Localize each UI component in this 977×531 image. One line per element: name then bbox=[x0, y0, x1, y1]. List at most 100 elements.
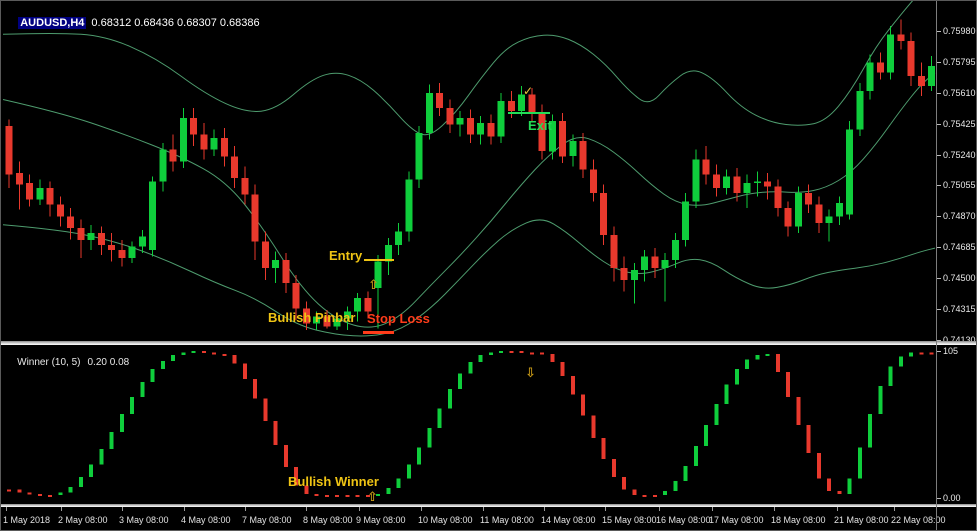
main-chart-svg[interactable]: ⇧✓ bbox=[1, 1, 936, 342]
candle-body bbox=[825, 216, 833, 224]
time-axis-label: 7 May 08:00 bbox=[242, 515, 292, 525]
indicator-name-label: Winner (10, 5) bbox=[17, 357, 81, 368]
winner-up-arrow-icon[interactable]: ⇧ bbox=[367, 490, 378, 504]
candle-body bbox=[282, 259, 290, 284]
candle bbox=[692, 149, 700, 209]
exit-check-icon[interactable]: ✓ bbox=[523, 84, 533, 98]
candle bbox=[928, 56, 935, 92]
winner-bar bbox=[488, 352, 493, 356]
candle-body bbox=[641, 256, 648, 270]
candle bbox=[702, 146, 710, 185]
time-axis-tick bbox=[659, 507, 660, 511]
candle bbox=[876, 52, 884, 80]
price-axis-border bbox=[936, 1, 937, 530]
price-axis-label: 0.74870 bbox=[943, 211, 976, 221]
candle bbox=[5, 119, 13, 188]
candle-body bbox=[405, 179, 413, 232]
candle-body bbox=[928, 66, 935, 87]
winner-bar bbox=[201, 351, 206, 353]
winner-bar bbox=[519, 351, 524, 353]
candle-body bbox=[753, 181, 761, 183]
candle bbox=[600, 184, 607, 245]
price-axis-label: 0.75055 bbox=[943, 180, 976, 190]
candle-body bbox=[77, 228, 85, 240]
candle-body bbox=[220, 137, 228, 157]
candle-body bbox=[794, 193, 802, 227]
winner-bar bbox=[386, 488, 391, 494]
winner-bar bbox=[27, 492, 32, 495]
winner-bar bbox=[191, 351, 196, 353]
winner-bar bbox=[417, 447, 421, 465]
winner-bar bbox=[181, 352, 186, 356]
winner-bar bbox=[796, 397, 801, 426]
price-axis-tick bbox=[937, 124, 941, 125]
candle bbox=[805, 184, 812, 214]
candle-body bbox=[477, 122, 484, 135]
stop-loss-label[interactable]: Stop Loss bbox=[367, 311, 430, 326]
candle bbox=[56, 196, 64, 227]
candle bbox=[251, 184, 259, 260]
entry-price-line[interactable] bbox=[364, 259, 394, 261]
candle bbox=[446, 99, 454, 133]
candle bbox=[261, 231, 269, 280]
candle bbox=[159, 142, 167, 192]
candle-body bbox=[784, 208, 792, 227]
winner-bar bbox=[427, 428, 432, 448]
winner-bar bbox=[212, 352, 216, 355]
candle bbox=[241, 166, 249, 205]
candle-body bbox=[856, 91, 864, 130]
candle-body bbox=[866, 62, 874, 92]
time-axis-tick bbox=[6, 507, 7, 511]
winner-bar bbox=[888, 366, 893, 386]
winner-bar bbox=[109, 432, 114, 449]
candle bbox=[794, 186, 802, 234]
winner-bar bbox=[253, 379, 257, 399]
winner-bar bbox=[273, 421, 278, 445]
candle bbox=[15, 161, 23, 210]
bullish-pinbar-label[interactable]: Bullish Pinbar bbox=[268, 310, 355, 325]
candle bbox=[497, 92, 505, 143]
candle-body bbox=[87, 233, 95, 240]
buy-arrow-icon[interactable]: ⇧ bbox=[368, 278, 379, 293]
winner-bar bbox=[509, 351, 514, 353]
winner-bar bbox=[868, 414, 872, 448]
indicator-svg[interactable]: ⇧⇩ bbox=[1, 345, 936, 504]
candle-body bbox=[815, 204, 823, 224]
candle-body bbox=[579, 141, 587, 170]
winner-bar bbox=[601, 437, 606, 459]
bullish-winner-label[interactable]: Bullish Winner bbox=[288, 474, 379, 489]
candle-body bbox=[835, 203, 843, 217]
winner-bar bbox=[570, 376, 575, 395]
candle-wick bbox=[756, 171, 758, 197]
exit-price-line[interactable] bbox=[508, 112, 550, 114]
winner-bar bbox=[540, 352, 544, 355]
time-axis[interactable]: 1 May 2018 2 May 08:00 3 May 08:00 4 May 08… bbox=[1, 507, 976, 530]
time-axis-splitter[interactable] bbox=[1, 504, 976, 507]
candle-body bbox=[159, 149, 167, 182]
candle bbox=[108, 233, 115, 262]
time-axis-tick bbox=[605, 507, 606, 511]
winner-down-arrow-icon[interactable]: ⇩ bbox=[525, 366, 536, 381]
time-axis-tick bbox=[184, 507, 185, 511]
candle bbox=[620, 256, 628, 292]
winner-bar bbox=[847, 478, 852, 494]
price-axis[interactable]: 0.75980 0.75795 0.75610 0.75425 0.75240 0.750… bbox=[937, 1, 976, 530]
candle-body bbox=[682, 201, 689, 240]
winner-bar bbox=[140, 381, 145, 398]
candle bbox=[384, 238, 392, 275]
candle-body bbox=[507, 101, 515, 112]
winner-bar bbox=[714, 404, 719, 426]
pane-splitter[interactable] bbox=[1, 341, 976, 345]
winner-bar bbox=[406, 464, 411, 479]
time-axis-tick bbox=[774, 507, 775, 511]
candle bbox=[26, 174, 33, 207]
winner-bar bbox=[529, 352, 534, 355]
winner-bar bbox=[160, 360, 165, 370]
exit-label[interactable]: Exit bbox=[528, 118, 552, 133]
entry-label[interactable]: Entry bbox=[329, 248, 362, 263]
candle-body bbox=[487, 122, 495, 137]
time-axis-label: 17 May 08:00 bbox=[709, 515, 764, 525]
winner-bar bbox=[704, 425, 708, 447]
time-axis-label: 2 May 08:00 bbox=[58, 515, 108, 525]
stop-loss-line[interactable] bbox=[363, 331, 394, 334]
